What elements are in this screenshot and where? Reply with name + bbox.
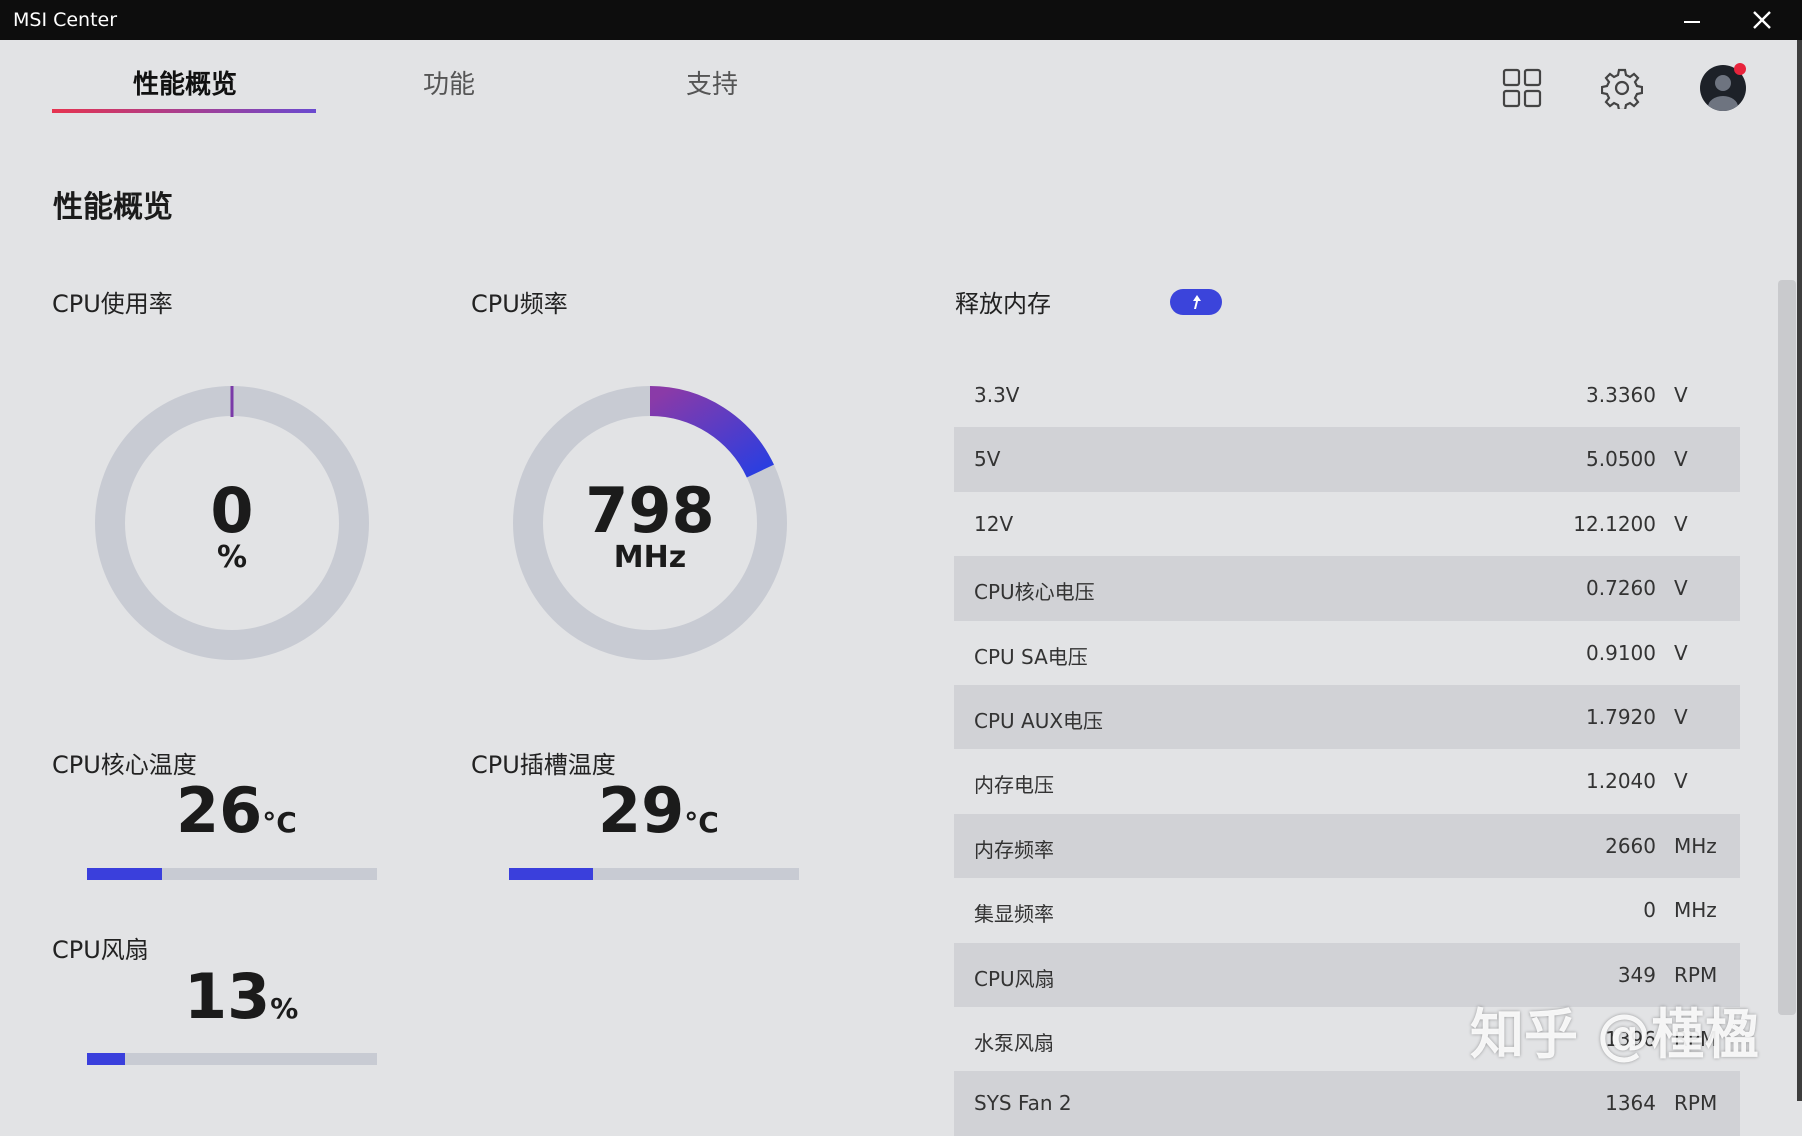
sensor-row: 5V 5.0500 V	[954, 427, 1740, 492]
cpu-socket-temp-label: CPU插槽温度	[471, 751, 616, 779]
sensor-value: 12.1200	[1573, 511, 1656, 536]
sensor-name: CPU核心电压	[974, 580, 1095, 605]
sensor-row: 12V 12.1200 V	[954, 492, 1740, 556]
cpu-frequency-value: 798	[585, 474, 715, 547]
sensor-unit: V	[1674, 511, 1688, 536]
minimize-button[interactable]	[1662, 0, 1722, 40]
sensor-name: 内存电压	[974, 773, 1054, 798]
sensor-name: 内存频率	[974, 837, 1054, 862]
cpu-fan-readout: 13%	[184, 960, 298, 1033]
release-memory-button[interactable]	[1170, 289, 1222, 315]
sensor-value: 1364	[1605, 1091, 1656, 1116]
cpu-usage-unit: %	[216, 540, 248, 575]
cpu-fan-bar-fill	[87, 1053, 125, 1065]
sensor-name: 3.3V	[974, 383, 1020, 407]
sensor-value: 0.9100	[1586, 640, 1656, 665]
window-edge	[1797, 40, 1802, 1101]
sensor-row: 3.3V 3.3360 V	[954, 363, 1740, 427]
active-tab-underline	[52, 109, 316, 113]
cpu-fan-label: CPU风扇	[52, 936, 149, 964]
sensor-row: CPU SA电压 0.9100 V	[954, 621, 1740, 685]
sensor-value: 3.3360	[1586, 383, 1656, 407]
sensor-value: 2660	[1605, 833, 1656, 858]
cpu-usage-value: 0	[210, 474, 254, 547]
sensor-unit: MHz	[1674, 898, 1717, 923]
cpu-frequency-label: CPU频率	[471, 290, 568, 318]
grid-icon[interactable]	[1502, 68, 1542, 108]
sensor-value: 349	[1617, 962, 1656, 987]
cpu-core-temp-unit: °C	[262, 806, 297, 839]
sensor-unit: V	[1674, 704, 1688, 729]
notification-dot	[1734, 63, 1746, 75]
cpu-fan-bar	[87, 1053, 377, 1065]
page-title: 性能概览	[53, 190, 173, 225]
sensor-row: CPU AUX电压 1.7920 V	[954, 684, 1740, 750]
tab-support[interactable]: 支持	[686, 64, 738, 101]
sensor-name: 5V	[974, 447, 1001, 472]
sensor-unit: RPM	[1674, 1091, 1718, 1116]
sensor-unit: V	[1674, 383, 1688, 407]
sensor-row: CPU核心电压 0.7260 V	[954, 556, 1740, 621]
gear-icon[interactable]	[1601, 67, 1643, 109]
cpu-socket-temp-unit: °C	[684, 806, 719, 839]
sensor-value: 0.7260	[1586, 576, 1656, 601]
watermark: 知乎 @槿楹	[1470, 1003, 1759, 1066]
cpu-usage-label: CPU使用率	[52, 290, 173, 318]
sensor-value: 0	[1643, 898, 1656, 923]
cpu-core-temp-bar-fill	[87, 868, 163, 880]
sensor-name: 集显频率	[974, 902, 1054, 927]
release-memory-label: 释放内存	[955, 290, 1051, 318]
cpu-frequency-unit: MHz	[613, 540, 687, 575]
sensor-row: SYS Fan 2 1364 RPM	[954, 1071, 1740, 1136]
sensor-name: SYS Fan 2	[974, 1091, 1072, 1116]
sensor-name: CPU AUX电压	[974, 708, 1104, 733]
cpu-core-temp-readout: 26°C	[176, 774, 297, 847]
cpu-socket-temp-readout: 29°C	[598, 774, 719, 847]
cpu-frequency-readout: 798 MHz	[550, 480, 750, 574]
sensor-unit: MHz	[1674, 833, 1717, 858]
minimize-icon	[1684, 21, 1700, 23]
tab-performance-overview[interactable]: 性能概览	[133, 64, 237, 101]
sensor-row: 内存电压 1.2040 V	[954, 749, 1740, 813]
scrollbar-thumb[interactable]	[1778, 280, 1796, 1015]
sensor-value: 5.0500	[1586, 447, 1656, 472]
sensor-row: 内存频率 2660 MHz	[954, 813, 1740, 879]
cpu-usage-readout: 0 %	[132, 480, 332, 574]
sensor-unit: RPM	[1674, 962, 1718, 987]
close-icon	[1753, 11, 1771, 29]
sensor-name: 水泵风扇	[974, 1030, 1054, 1055]
sensor-unit: V	[1674, 576, 1688, 601]
sensor-row: 集显频率 0 MHz	[954, 878, 1740, 942]
cpu-socket-temp-bar	[509, 868, 799, 880]
cpu-core-temp-value: 26	[176, 774, 263, 847]
cpu-fan-value: 13	[184, 960, 271, 1033]
sensor-name: 12V	[974, 511, 1014, 536]
sensor-name: CPU SA电压	[974, 644, 1088, 669]
cpu-frequency-gauge-fill	[649, 386, 774, 478]
close-button[interactable]	[1732, 0, 1792, 40]
sensor-unit: V	[1674, 640, 1688, 665]
sensor-unit: V	[1674, 447, 1688, 472]
cpu-socket-temp-value: 29	[598, 774, 685, 847]
window-title: MSI Center	[13, 9, 118, 31]
sensor-value: 1.2040	[1586, 769, 1656, 794]
tab-features[interactable]: 功能	[423, 64, 475, 101]
title-bar: MSI Center	[0, 0, 1802, 40]
sensor-name: CPU风扇	[974, 966, 1055, 991]
sensor-value: 1.7920	[1586, 704, 1656, 729]
cpu-fan-unit: %	[270, 992, 299, 1025]
cpu-core-temp-bar	[87, 868, 377, 880]
sensor-unit: V	[1674, 769, 1688, 794]
cpu-socket-temp-bar-fill	[509, 868, 594, 880]
rocket-icon	[1193, 295, 1201, 309]
